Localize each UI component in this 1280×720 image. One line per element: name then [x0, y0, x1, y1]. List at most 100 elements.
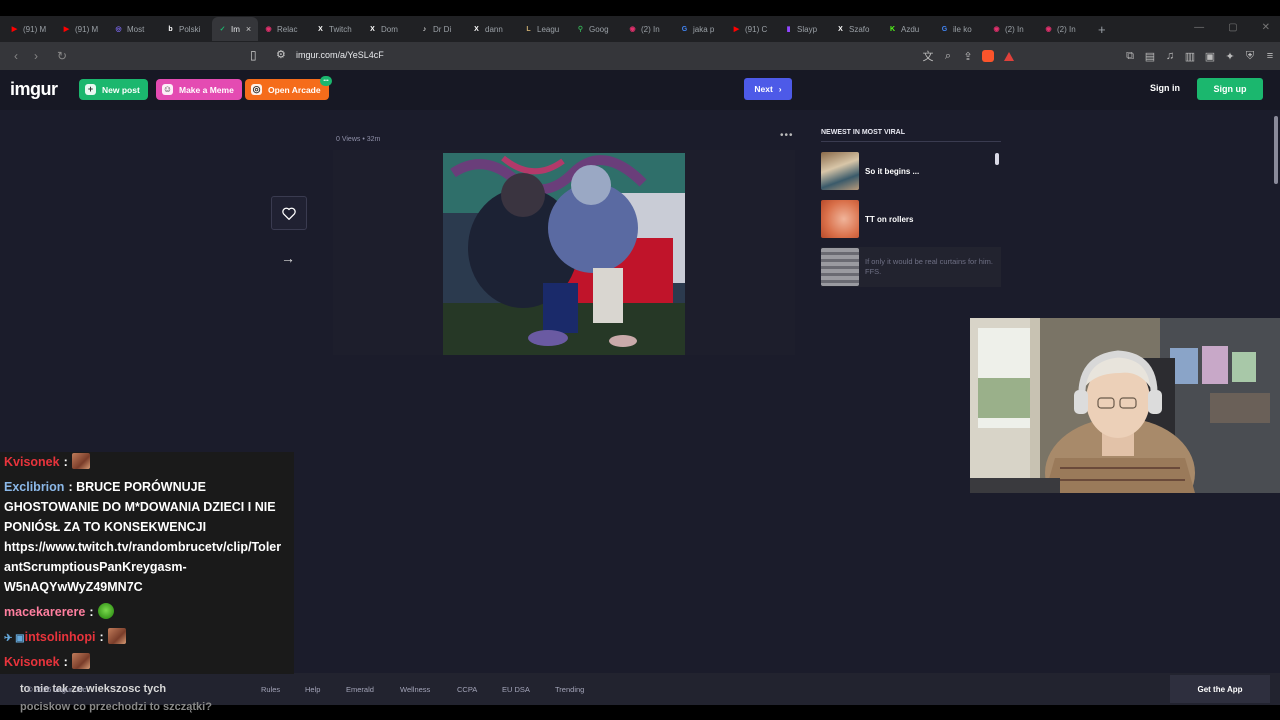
- new-post-button[interactable]: + New post: [79, 79, 148, 100]
- new-tab-button[interactable]: +: [1098, 22, 1106, 37]
- like-button[interactable]: [271, 196, 307, 230]
- chat-username[interactable]: Kvisonek: [4, 455, 60, 469]
- footer-link-wellness[interactable]: Wellness: [400, 685, 430, 694]
- wallet-icon[interactable]: ▣: [1200, 50, 1220, 63]
- chat-username[interactable]: Kvisonek: [4, 655, 60, 669]
- browser-tab[interactable]: X Twitch: [310, 17, 362, 41]
- heart-icon: [282, 207, 296, 220]
- chat-username[interactable]: macekarerere: [4, 605, 85, 619]
- viral-item[interactable]: If only it would be real curtains for hi…: [821, 247, 1001, 287]
- imgur-icon: ✓: [219, 26, 226, 33]
- browser-tab[interactable]: ◉ (2) In: [622, 17, 674, 41]
- tab-label: (2) In: [1005, 24, 1024, 34]
- chat-message: GHOSTOWANIE DO M*DOWANIA DZIECI I NIE: [4, 497, 276, 517]
- browser-tab[interactable]: ◉ Relac: [258, 17, 310, 41]
- browser-tab[interactable]: ◉ (2) In: [1038, 17, 1090, 41]
- browser-tab[interactable]: Gjaka p: [674, 17, 726, 41]
- extensions-icon[interactable]: ⧉: [1120, 50, 1140, 63]
- sign-up-button[interactable]: Sign up: [1197, 78, 1263, 100]
- browser-tab[interactable]: X Dom: [362, 17, 414, 41]
- tab-label: (91) M: [75, 24, 99, 34]
- chat-message: Kvisonek:: [4, 652, 90, 672]
- minimize-icon[interactable]: —: [1194, 22, 1204, 33]
- chat-message: Kvisonek:: [4, 452, 90, 472]
- instagram-icon: ◉: [1045, 26, 1052, 33]
- zoom-icon[interactable]: ⌕: [938, 50, 958, 63]
- chevron-right-icon: ›: [778, 84, 782, 94]
- kick-icon: K: [889, 25, 896, 33]
- media-icon[interactable]: ♫: [1160, 50, 1180, 62]
- footer-link-help[interactable]: Help: [305, 685, 320, 694]
- footer-link-trending[interactable]: Trending: [555, 685, 584, 694]
- browser-tab[interactable]: ⚲ Goog: [570, 17, 622, 41]
- footer-link-eu-dsa[interactable]: EU DSA: [502, 685, 530, 694]
- next-post-button[interactable]: Next ›: [744, 78, 792, 100]
- more-options-icon[interactable]: •••: [780, 130, 794, 141]
- browser-tab[interactable]: b Polski: [160, 17, 212, 41]
- imgur-logo[interactable]: imgur: [10, 79, 58, 100]
- post-image[interactable]: [443, 153, 685, 355]
- share-page-icon[interactable]: ⇪: [958, 50, 978, 63]
- browser-tab[interactable]: ▶ (91) M: [4, 17, 56, 41]
- vpn-icon[interactable]: ⛨: [1240, 50, 1260, 63]
- browser-tab[interactable]: Gile ko: [934, 17, 986, 41]
- url-input[interactable]: imgur.com/a/YeSL4cF: [296, 50, 384, 60]
- chat-text: PONIÓSŁ ZA TO KONSEKWENCJI: [4, 520, 207, 534]
- open-arcade-button[interactable]: ◎ Open Arcade: [245, 79, 329, 100]
- maximize-icon[interactable]: ▢: [1228, 22, 1237, 33]
- browser-tab[interactable]: Xdann: [466, 17, 518, 41]
- reader-icon[interactable]: ▤: [1140, 50, 1160, 63]
- tab-label: (91) C: [745, 24, 768, 34]
- get-app-button[interactable]: Get the App: [1170, 675, 1270, 703]
- share-icon[interactable]: →: [281, 250, 295, 266]
- address-bar: ‹ › ↻ ▯ ⚙ imgur.com/a/YeSL4cF 文 ⌕ ⇪ ⧉ ▤ …: [0, 42, 1280, 70]
- browser-tab[interactable]: K Azdu: [882, 17, 934, 41]
- plus-icon: +: [85, 84, 96, 95]
- browser-tab[interactable]: ✓ Im ×: [212, 17, 258, 41]
- translate-icon[interactable]: 文: [918, 48, 938, 64]
- chat-text: :: [99, 630, 104, 644]
- tab-label: (91) M: [23, 24, 47, 34]
- emote-icon: [107, 628, 126, 644]
- brave-shield-icon[interactable]: [982, 50, 994, 62]
- back-icon[interactable]: ‹: [6, 49, 26, 63]
- emote-icon: [71, 453, 90, 469]
- emote-icon: [97, 603, 114, 619]
- menu-icon[interactable]: ≡: [1260, 50, 1280, 62]
- browser-tab[interactable]: L Leagu: [518, 17, 570, 41]
- reload-icon[interactable]: ↻: [52, 49, 72, 63]
- site-info-icon[interactable]: ⚙: [276, 48, 286, 61]
- brave-rewards-icon[interactable]: [1004, 51, 1014, 61]
- close-tab-icon[interactable]: ×: [246, 24, 251, 34]
- chat-message: Exclibrion: BRUCE PORÓWNUJE: [4, 477, 206, 497]
- tab-label: Azdu: [901, 24, 920, 34]
- viral-item[interactable]: So it begins ...: [821, 151, 1001, 191]
- footer-link-rules[interactable]: Rules: [261, 685, 280, 694]
- scroll-thumb[interactable]: [1274, 116, 1278, 184]
- bookmark-icon[interactable]: ▯: [250, 48, 257, 62]
- close-window-icon[interactable]: ✕: [1262, 22, 1270, 33]
- footer-link-emerald[interactable]: Emerald: [346, 685, 374, 694]
- make-meme-button[interactable]: ☺ Make a Meme: [156, 79, 242, 100]
- chat-message: PONIÓSŁ ZA TO KONSEKWENCJI: [4, 517, 206, 537]
- sidebar-icon[interactable]: ▥: [1180, 50, 1200, 63]
- browser-tab[interactable]: ◉ (2) In: [986, 17, 1038, 41]
- chat-username[interactable]: intsolinhopi: [25, 630, 96, 644]
- viral-item[interactable]: TT on rollers: [821, 199, 1001, 239]
- chat-message: W5nAQYwWyZ49MN7C: [4, 577, 143, 597]
- viral-scrollbar[interactable]: [995, 153, 999, 165]
- footer-link-ccpa[interactable]: CCPA: [457, 685, 477, 694]
- sign-in-button[interactable]: Sign in: [1150, 83, 1180, 93]
- browser-tab[interactable]: ▶ (91) M: [56, 17, 108, 41]
- viral-section-title: NEWEST IN MOST VIRAL: [821, 129, 905, 136]
- browser-tab[interactable]: ♪ Dr Di: [414, 17, 466, 41]
- viral-thumbnail: [821, 152, 859, 190]
- browser-tab[interactable]: ▮ Slayp: [778, 17, 830, 41]
- browser-tab[interactable]: ◎ Most: [108, 17, 160, 41]
- tab-label: Goog: [589, 24, 609, 34]
- leo-icon[interactable]: ✦: [1220, 50, 1240, 63]
- browser-tab[interactable]: X Szafo: [830, 17, 882, 41]
- chat-username[interactable]: Exclibrion: [4, 480, 64, 494]
- browser-tab[interactable]: ▶ (91) C: [726, 17, 778, 41]
- forward-icon[interactable]: ›: [26, 49, 46, 63]
